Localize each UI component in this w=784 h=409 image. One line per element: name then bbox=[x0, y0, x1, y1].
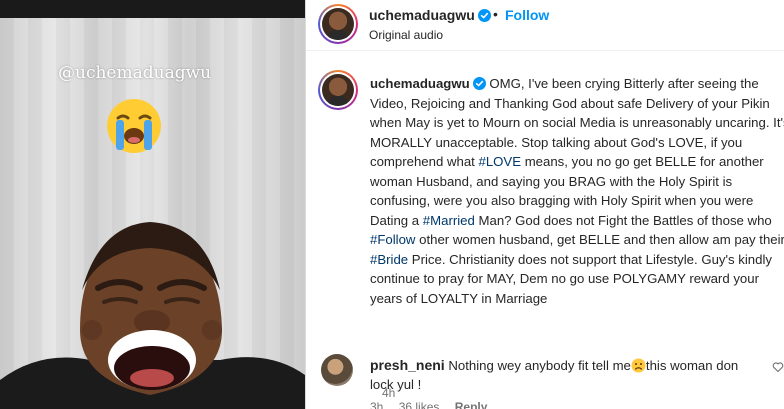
caption-segment: Price. Christianity does not support tha… bbox=[370, 251, 772, 306]
comment-body: Nothing wey anybody fit tell me bbox=[448, 358, 631, 373]
follow-button[interactable]: Follow bbox=[505, 7, 549, 23]
comment-timestamp[interactable]: 3h bbox=[370, 400, 383, 409]
reel-video[interactable]: @uchemaduagwu bbox=[0, 0, 305, 409]
hashtag-follow[interactable]: #Follow bbox=[370, 232, 415, 247]
sad-face-icon bbox=[631, 358, 646, 373]
caption-username[interactable]: uchemaduagwu bbox=[370, 76, 470, 91]
comment-meta: 3h 36 likes Reply bbox=[370, 400, 499, 409]
loudly-crying-face-icon bbox=[107, 99, 161, 153]
video-watermark: @uchemaduagwu bbox=[58, 63, 212, 83]
caption-avatar[interactable] bbox=[318, 70, 358, 110]
video-top-bar bbox=[0, 0, 305, 18]
comment-text: presh_neni Nothing wey anybody fit tell … bbox=[370, 356, 762, 394]
post-panel: uchemaduagwu • Follow Original audio uch… bbox=[306, 0, 784, 409]
verified-badge-icon bbox=[472, 77, 486, 90]
comment-likes[interactable]: 36 likes bbox=[399, 400, 440, 409]
commenter-username[interactable]: presh_neni bbox=[370, 357, 445, 373]
caption-segment: Man? God does not Fight the Battles of t… bbox=[474, 212, 772, 228]
caption-body: OMG, I've been crying Bitterly after see… bbox=[370, 76, 784, 306]
crying-man-image bbox=[0, 222, 305, 409]
hashtag-love[interactable]: #LOVE bbox=[479, 154, 522, 169]
author-username[interactable]: uchemaduagwu bbox=[369, 7, 475, 23]
hashtag-bride[interactable]: #Bride bbox=[370, 252, 408, 267]
header-separator: • bbox=[493, 6, 498, 22]
commenter-avatar[interactable] bbox=[321, 354, 353, 386]
author-avatar[interactable] bbox=[318, 4, 358, 44]
verified-badge-icon bbox=[477, 9, 491, 22]
header-divider bbox=[306, 50, 784, 51]
post-header: uchemaduagwu • Follow Original audio bbox=[306, 0, 784, 50]
caption-segment: other women husband, get BELLE and then … bbox=[415, 232, 784, 247]
reply-button[interactable]: Reply bbox=[455, 400, 488, 409]
like-heart-icon[interactable] bbox=[772, 361, 784, 373]
original-audio-link[interactable]: Original audio bbox=[369, 28, 443, 42]
hashtag-married[interactable]: #Married bbox=[423, 213, 475, 228]
caption-text: uchemaduagwu OMG, I've been crying Bitte… bbox=[370, 74, 784, 308]
